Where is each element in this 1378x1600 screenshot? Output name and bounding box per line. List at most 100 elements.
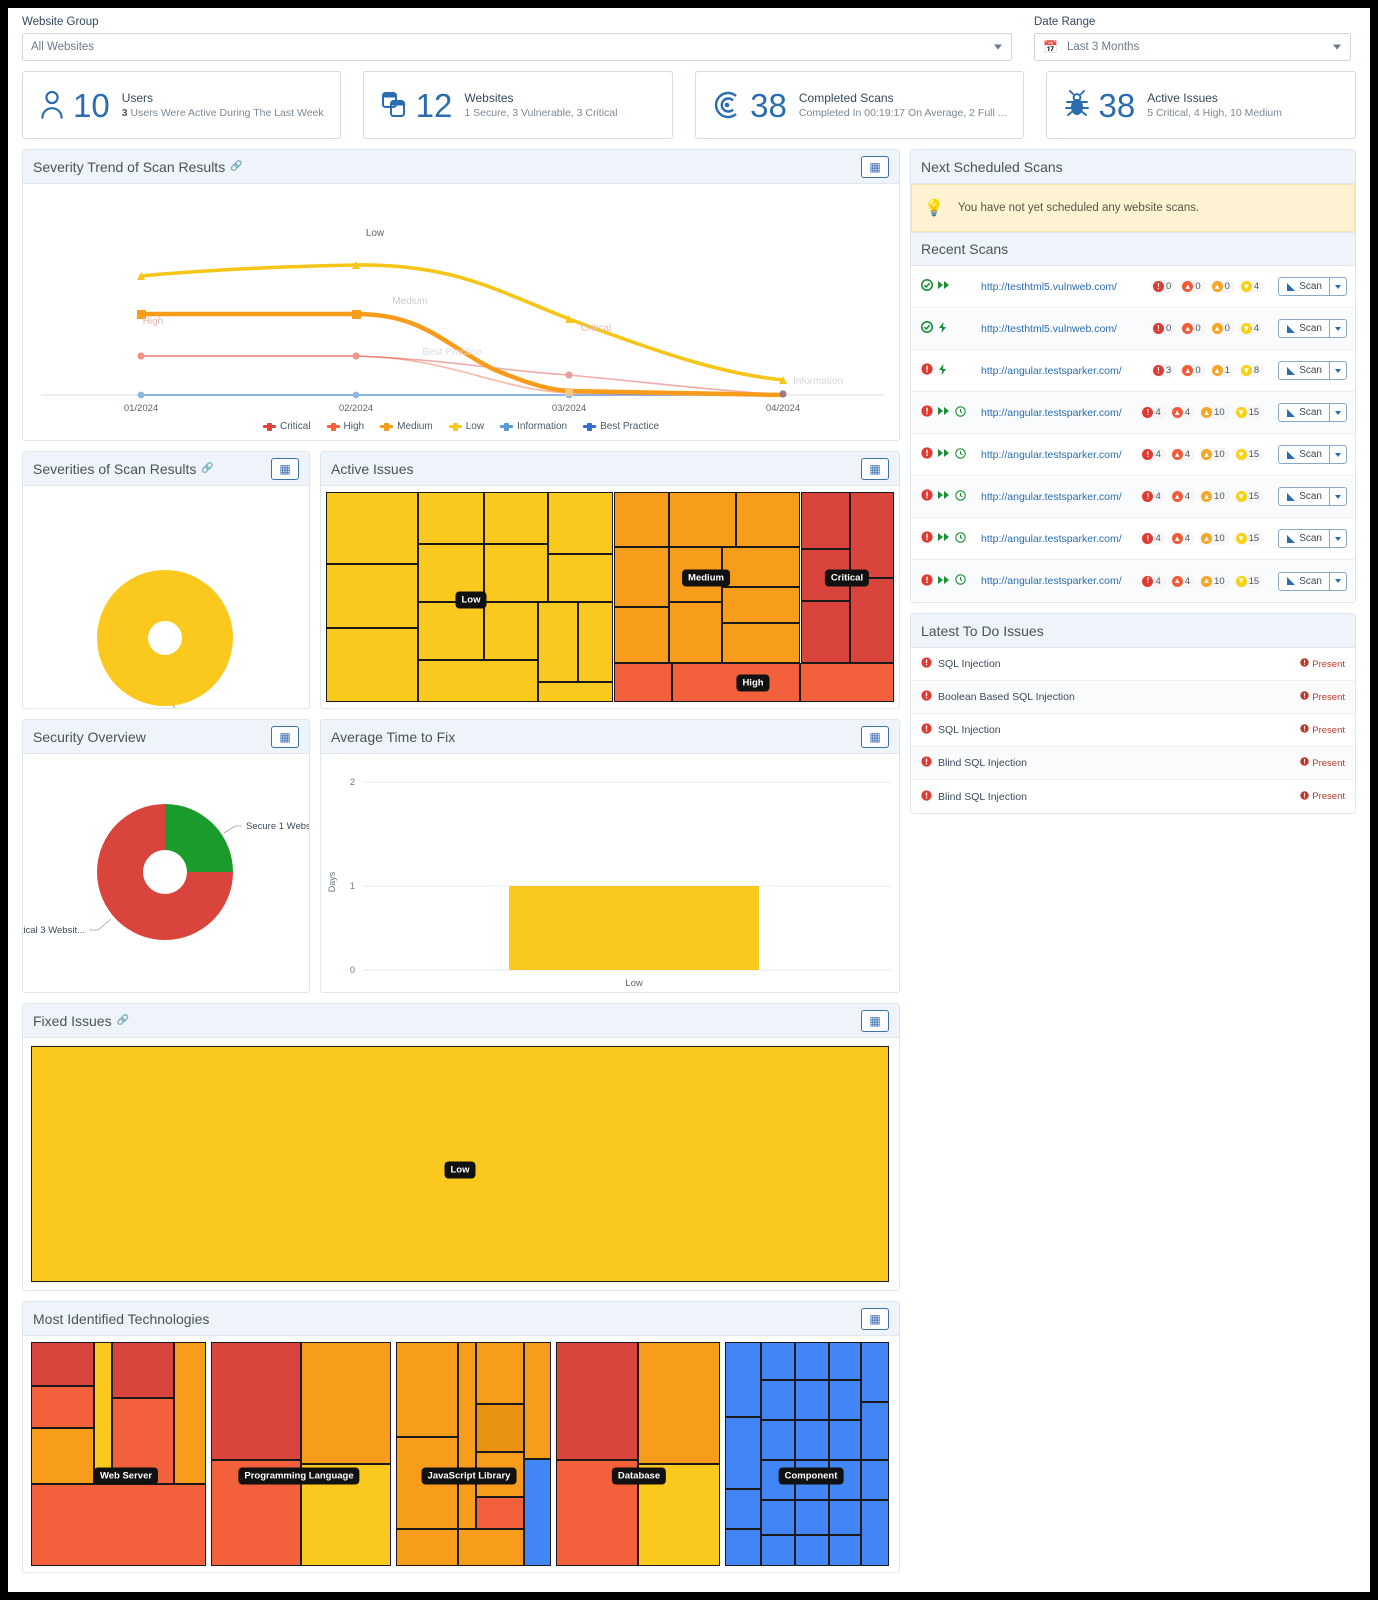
grid-view-button[interactable]: ▦: [861, 457, 889, 480]
table-row[interactable]: http://testhtml5.vulnweb.com/ ! 0 ▲ 0 ▲ 0 ▼…: [911, 266, 1355, 308]
website-group-select[interactable]: All Websites: [22, 33, 1012, 61]
treemap-cell[interactable]: [669, 602, 722, 663]
scan-button[interactable]: Scan: [1278, 361, 1329, 380]
legend-item-critical[interactable]: Critical: [262, 421, 311, 432]
treemap-cell[interactable]: [476, 1497, 524, 1529]
scan-url[interactable]: http://angular.testsparker.com/: [981, 449, 1134, 461]
treemap-cell[interactable]: [725, 1342, 761, 1417]
treemap-cell[interactable]: [548, 492, 613, 554]
treemap-cell[interactable]: [638, 1342, 720, 1464]
treemap-cell[interactable]: [761, 1420, 795, 1460]
treemap-cell[interactable]: [829, 1380, 861, 1420]
scan-dropdown-button[interactable]: [1329, 403, 1347, 422]
table-row[interactable]: http://angular.testsparker.com/ ! 4 ▲ 4 ▲ 1…: [911, 434, 1355, 476]
treemap-cell[interactable]: [31, 1386, 94, 1428]
treemap-cell[interactable]: [524, 1459, 551, 1566]
treemap-cell[interactable]: [484, 602, 538, 660]
treemap-cell[interactable]: [722, 587, 800, 623]
treemap-cell[interactable]: [795, 1342, 829, 1380]
scan-url[interactable]: http://angular.testsparker.com/: [981, 407, 1134, 419]
treemap-cell[interactable]: [850, 492, 894, 578]
list-item[interactable]: Boolean Based SQL Injection Present: [911, 681, 1355, 714]
treemap-cell[interactable]: [795, 1380, 829, 1420]
treemap-cell[interactable]: [761, 1500, 795, 1535]
treemap-cell[interactable]: [761, 1380, 795, 1420]
table-row[interactable]: http://angular.testsparker.com/ ! 4 ▲ 4 ▲ 1…: [911, 476, 1355, 518]
treemap-cell[interactable]: [326, 564, 418, 628]
treemap-cell[interactable]: [614, 663, 672, 702]
scan-url[interactable]: http://angular.testsparker.com/: [981, 575, 1134, 587]
kpi-card-active-issues[interactable]: 38 Active Issues 5 Critical, 4 High, 10 …: [1045, 71, 1357, 139]
scan-button[interactable]: Scan: [1278, 403, 1329, 422]
treemap-cell[interactable]: [614, 492, 669, 547]
scan-button[interactable]: Scan: [1278, 277, 1329, 296]
treemap-cell[interactable]: [211, 1342, 301, 1460]
treemap-cell[interactable]: [614, 607, 669, 663]
treemap-cell[interactable]: [801, 601, 850, 663]
table-row[interactable]: http://angular.testsparker.com/ ! 4 ▲ 4 ▲ 1…: [911, 560, 1355, 602]
kpi-card-websites[interactable]: 12 Websites 1 Secure, 3 Vulnerable, 3 Cr…: [362, 71, 674, 139]
table-row[interactable]: http://angular.testsparker.com/ ! 4 ▲ 4 ▲ 1…: [911, 392, 1355, 434]
treemap-cell[interactable]: [725, 1489, 761, 1529]
treemap-cell[interactable]: [861, 1460, 889, 1500]
list-item[interactable]: Blind SQL Injection Present: [911, 780, 1355, 813]
treemap-cell[interactable]: [736, 492, 800, 547]
treemap-cell[interactable]: [800, 663, 894, 702]
treemap-cell[interactable]: [476, 1404, 524, 1452]
treemap-cell[interactable]: [578, 602, 613, 682]
treemap-cell[interactable]: [396, 1342, 458, 1437]
treemap-cell[interactable]: [538, 682, 613, 702]
kpi-card-completed-scans[interactable]: 38 Completed Scans Completed In 00:19:17…: [695, 71, 1024, 139]
issue-name[interactable]: SQL Injection: [938, 658, 1001, 670]
issue-name[interactable]: SQL Injection: [938, 724, 1001, 736]
scan-url[interactable]: http://testhtml5.vulnweb.com/: [981, 281, 1145, 293]
treemap-cell[interactable]: [725, 1529, 761, 1566]
issue-name[interactable]: Boolean Based SQL Injection: [938, 691, 1075, 703]
list-item[interactable]: SQL Injection Present: [911, 648, 1355, 681]
scan-url[interactable]: http://angular.testsparker.com/: [981, 533, 1134, 545]
date-range-select[interactable]: 📅 Last 3 Months: [1034, 33, 1351, 61]
scan-dropdown-button[interactable]: [1329, 529, 1347, 548]
table-row[interactable]: http://angular.testsparker.com/ ! 3 ▲ 0 ▲ 1…: [911, 350, 1355, 392]
treemap-cell[interactable]: [476, 1342, 524, 1404]
external-link-icon[interactable]: 🔗: [201, 463, 213, 474]
treemap-cell[interactable]: [850, 578, 894, 663]
grid-view-button[interactable]: ▦: [271, 725, 299, 748]
treemap-cell[interactable]: [795, 1500, 829, 1535]
scan-button[interactable]: Scan: [1278, 487, 1329, 506]
treemap-cell[interactable]: [326, 492, 418, 564]
scan-dropdown-button[interactable]: [1329, 571, 1347, 591]
scan-button[interactable]: Scan: [1278, 319, 1329, 338]
treemap-cell[interactable]: [524, 1342, 551, 1459]
scan-button[interactable]: Scan: [1278, 445, 1329, 464]
treemap-cell[interactable]: [418, 492, 484, 544]
treemap-cell[interactable]: [418, 602, 484, 660]
treemap-cell[interactable]: [31, 1428, 94, 1484]
list-item[interactable]: Blind SQL Injection Present: [911, 747, 1355, 780]
scan-url[interactable]: http://angular.testsparker.com/: [981, 491, 1134, 503]
scan-dropdown-button[interactable]: [1329, 361, 1347, 380]
treemap-cell[interactable]: [795, 1535, 829, 1566]
grid-view-button[interactable]: ▦: [861, 155, 889, 178]
treemap-cell[interactable]: [458, 1529, 524, 1566]
treemap-cell[interactable]: [94, 1342, 112, 1484]
treemap-cell[interactable]: [301, 1342, 391, 1464]
treemap-cell[interactable]: [614, 547, 669, 607]
legend-item-medium[interactable]: Medium: [380, 421, 433, 432]
scan-dropdown-button[interactable]: [1329, 319, 1347, 338]
treemap-cell[interactable]: [861, 1342, 889, 1402]
legend-item-information[interactable]: Information: [500, 421, 567, 432]
treemap-cell[interactable]: [829, 1342, 861, 1380]
table-row[interactable]: http://testhtml5.vulnweb.com/ ! 0 ▲ 0 ▲ 0 ▼…: [911, 308, 1355, 350]
external-link-icon[interactable]: 🔗: [230, 161, 242, 172]
treemap-cell[interactable]: [556, 1342, 638, 1460]
treemap-cell[interactable]: [761, 1342, 795, 1380]
grid-view-button[interactable]: ▦: [861, 725, 889, 748]
treemap-cell[interactable]: [31, 1342, 94, 1386]
treemap-cell[interactable]: [396, 1529, 458, 1566]
treemap-cell[interactable]: [795, 1420, 829, 1460]
external-link-icon[interactable]: 🔗: [117, 1015, 129, 1026]
legend-item-low[interactable]: Low: [448, 421, 484, 432]
treemap-cell[interactable]: [669, 492, 736, 547]
scan-dropdown-button[interactable]: [1329, 277, 1347, 296]
